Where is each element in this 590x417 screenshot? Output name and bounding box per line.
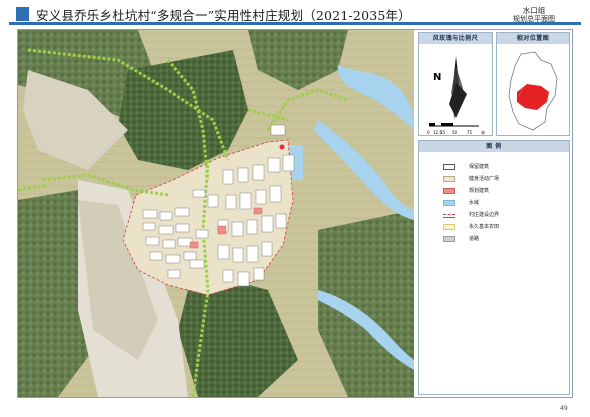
north-label: N (433, 72, 441, 83)
site-plan-map[interactable] (18, 30, 414, 397)
compass-panel: 风玫瑰与比例尺 N 0 12.5 25 50 75 米 (418, 32, 493, 136)
svg-text:米: 米 (481, 129, 485, 135)
satellite-image (18, 30, 414, 397)
svg-text:75: 75 (467, 130, 473, 135)
legend-swatch (443, 164, 455, 170)
legend-panel: 图 例 保留建筑健身活动广场 规划建筑水域村庄建设边界 永久基本农田 道路 (418, 140, 570, 395)
legend-swatch (443, 236, 455, 242)
legend-swatch (443, 176, 455, 182)
legend-label: 永久基本农田 (469, 224, 500, 230)
legend-label: 保留建筑 (469, 164, 490, 170)
page-number: 49 (560, 405, 568, 412)
location-panel: 相对位置图 (496, 32, 570, 136)
svg-text:50: 50 (452, 130, 458, 135)
svg-text:0: 0 (427, 130, 430, 135)
legend-label: 健身活动广场 (469, 176, 500, 182)
legend-label: 水域 (469, 200, 480, 206)
title-marker (16, 7, 29, 21)
location-map-icon (508, 51, 558, 131)
legend-swatch (443, 214, 455, 218)
title-underline (9, 22, 581, 25)
legend-title: 图 例 (419, 141, 569, 152)
location-panel-title: 相对位置图 (497, 33, 569, 44)
legend-label: 规划建筑 (469, 188, 490, 194)
svg-text:25: 25 (440, 130, 446, 135)
side-panel: 风玫瑰与比例尺 N 0 12.5 25 50 75 米 相对位置图 图 例 保留… (416, 30, 572, 397)
legend-swatch (443, 188, 455, 194)
legend-label: 道路 (469, 236, 480, 242)
legend-label: 村庄建设边界 (469, 212, 500, 218)
compass-panel-title: 风玫瑰与比例尺 (419, 33, 492, 44)
wind-rose-icon: N 0 12.5 25 50 75 米 (427, 56, 485, 135)
legend-swatch (443, 224, 455, 230)
legend-swatch (443, 200, 455, 206)
